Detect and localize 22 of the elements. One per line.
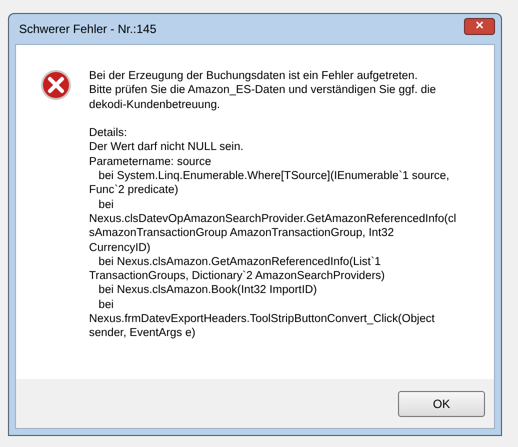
details-line: bei	[97, 298, 115, 312]
details-line: TransactionGroups, Dictionary`2 AmazonSearchProviders)	[89, 269, 386, 284]
details-line: bei System.Linq.Enumerable.Where[TSource](IEnumerable`1 source,	[97, 169, 450, 184]
details-line: bei Nexus.clsAmazon.GetAmazonReferencedInfo(List`1	[97, 254, 382, 270]
details-line: bei Nexus.clsAmazon.Book(Int32 ImportID)	[97, 283, 318, 298]
details-line: Func`2 predicate)	[89, 183, 180, 198]
message-line: dekodi-Kundenbetreuung.	[89, 98, 222, 112]
details-line: Der Wert darf nicht NULL sein.	[89, 140, 244, 155]
details-line: sender, EventArgs e)	[89, 326, 196, 341]
window-title: Schwerer Fehler - Nr.:145	[18, 22, 156, 36]
details-line: Nexus.clsDatevOpAmazonSearchProvider.GetAmazonReferencedInfo(cl	[89, 212, 456, 226]
details-line: bei	[97, 198, 115, 212]
ok-button[interactable]: OK	[398, 390, 485, 416]
details-line: sAmazonTransactionGroup AmazonTransactionGroup, Int32	[89, 226, 395, 241]
details-line: Details:	[89, 126, 128, 140]
details-line: Parametername: source	[89, 154, 212, 170]
details-line: CurrencyID)	[89, 240, 152, 255]
close-button[interactable]: ✕	[464, 18, 495, 34]
message-line: Bei der Erzeugung der Buchungsdaten ist ein Fehler aufgetreten.	[89, 69, 419, 84]
message-line: Bitte prüfen Sie die Amazon_ES-Daten und verständigen Sie ggf. die	[89, 83, 438, 98]
error-icon	[40, 69, 72, 101]
details-line: Nexus.frmDatevExportHeaders.ToolStripButtonConvert_Click(Object	[89, 312, 436, 326]
